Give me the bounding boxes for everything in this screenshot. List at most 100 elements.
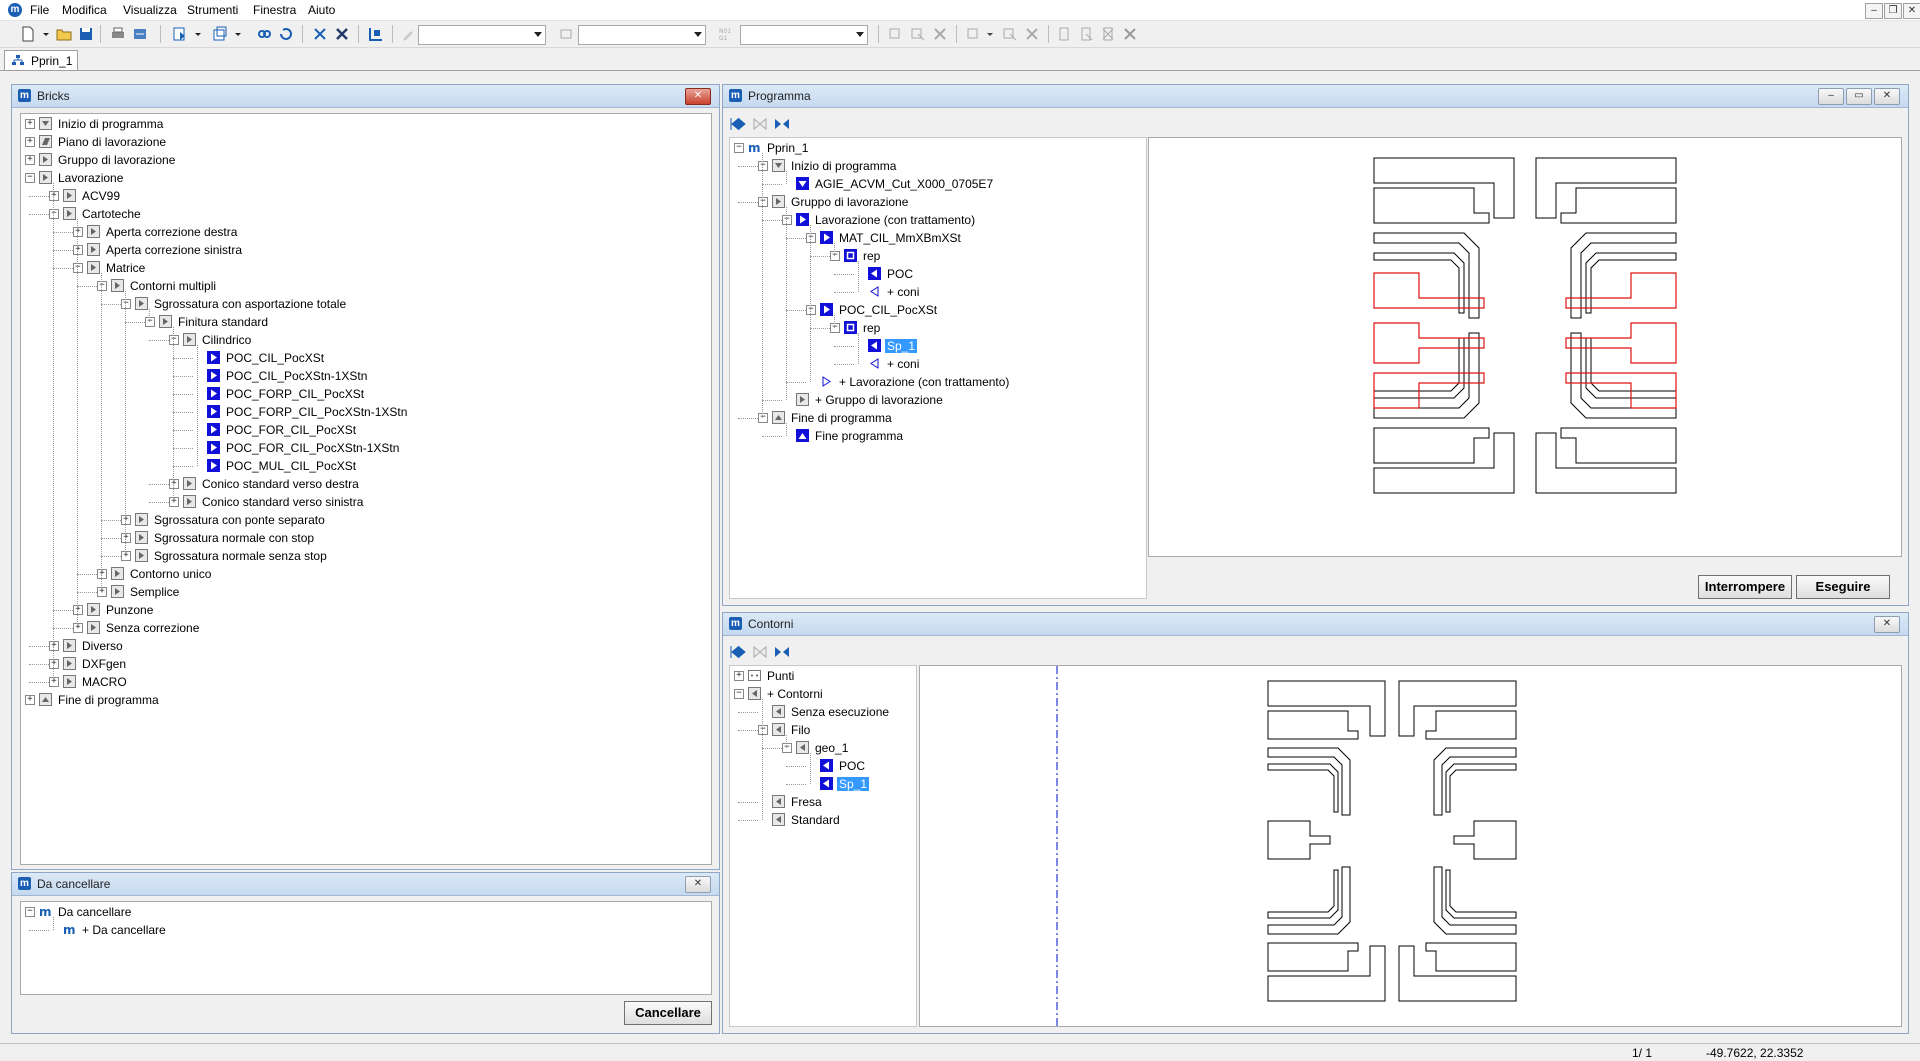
chevron-down-icon[interactable] xyxy=(986,26,994,42)
collapse-icon[interactable]: − xyxy=(169,335,179,345)
tree-item-acv99[interactable]: + ACV99 xyxy=(21,187,711,205)
close-icon[interactable]: ✕ xyxy=(685,88,711,105)
expand-all-icon[interactable] xyxy=(773,643,791,661)
collapse-icon[interactable]: − xyxy=(758,413,768,423)
contours-preview-canvas[interactable] xyxy=(919,665,1902,1027)
collapse-icon[interactable]: − xyxy=(806,233,816,243)
tree-item-poc[interactable]: POC xyxy=(730,265,1146,283)
gcode-combo[interactable] xyxy=(740,25,868,45)
copy-icon[interactable] xyxy=(212,26,228,42)
tree-item-contorni[interactable]: − + Contorni xyxy=(730,685,916,703)
minimize-icon[interactable]: – xyxy=(1865,3,1883,19)
menu-finestra[interactable]: Finestra xyxy=(253,3,296,17)
open-icon[interactable] xyxy=(56,26,72,42)
tree-item-sp-1[interactable]: Sp_1 xyxy=(730,337,1146,355)
menu-file[interactable]: File xyxy=(30,3,49,17)
collapse-icon[interactable]: − xyxy=(758,197,768,207)
expand-icon[interactable]: + xyxy=(25,137,35,147)
tree-item-filo[interactable]: − Filo xyxy=(730,721,916,739)
shape-combo[interactable] xyxy=(578,25,706,45)
save-icon[interactable] xyxy=(78,26,94,42)
clear-icon[interactable] xyxy=(1122,26,1138,42)
tree-item-geo-1[interactable]: − geo_1 xyxy=(730,739,916,757)
expand-icon[interactable]: + xyxy=(25,119,35,129)
insert-icon[interactable] xyxy=(172,26,188,42)
tab-pprin-1[interactable]: Pprin_1 xyxy=(4,50,78,70)
profile-icon[interactable] xyxy=(966,26,982,42)
collapse-icon[interactable]: − xyxy=(830,323,840,333)
collapse-all-icon[interactable] xyxy=(729,115,747,133)
collapse-icon[interactable]: − xyxy=(25,907,35,917)
tree-item-poc[interactable]: POC xyxy=(730,757,916,775)
contour-add-icon[interactable] xyxy=(888,26,904,42)
delete-icon[interactable] xyxy=(334,26,350,42)
print-icon[interactable] xyxy=(110,26,126,42)
tree-item-semplice[interactable]: + Semplice xyxy=(21,583,711,601)
layer-delete-icon[interactable] xyxy=(1100,26,1116,42)
menu-strumenti[interactable]: Strumenti xyxy=(187,3,238,17)
tree-item-macro[interactable]: + MACRO xyxy=(21,673,711,691)
minimize-icon[interactable]: – xyxy=(1818,88,1844,105)
tree-item-da-cancellare[interactable]: − m Da cancellare xyxy=(21,903,711,921)
layer-combo[interactable] xyxy=(418,25,546,45)
tree-item-coni[interactable]: + coni xyxy=(730,283,1146,301)
chevron-down-icon[interactable] xyxy=(194,26,202,42)
menu-visualizza[interactable]: Visualizza xyxy=(123,3,177,17)
expand-icon[interactable] xyxy=(751,115,769,133)
tree-item-sp-1[interactable]: Sp_1 xyxy=(730,775,916,793)
chevron-down-icon[interactable] xyxy=(42,26,50,42)
cut-icon[interactable] xyxy=(312,26,328,42)
tree-item-cartoteche[interactable]: − Cartoteche xyxy=(21,205,711,223)
tree-item-punti[interactable]: + Punti xyxy=(730,667,916,685)
tree-item-fresa[interactable]: Fresa xyxy=(730,793,916,811)
contour-edit-icon[interactable] xyxy=(910,26,926,42)
cancellare-button[interactable]: Cancellare xyxy=(624,1001,712,1025)
link-icon[interactable] xyxy=(256,26,272,42)
expand-icon[interactable]: + xyxy=(73,245,83,255)
tree-item-da-cancellare[interactable]: m + Da cancellare xyxy=(21,921,711,939)
expand-icon[interactable]: + xyxy=(169,497,179,507)
collapse-icon[interactable]: − xyxy=(758,725,768,735)
tree-item-aperta-correzione-destra[interactable]: + Aperta correzione destra xyxy=(21,223,711,241)
interrompere-button[interactable]: Interrompere xyxy=(1698,575,1792,599)
gcode-icon[interactable]: N01G1 xyxy=(718,26,734,42)
collapse-all-icon[interactable] xyxy=(729,643,747,661)
menu-modifica[interactable]: Modifica xyxy=(62,3,107,17)
tree-item-inizio-di-programma[interactable]: + Inizio di programma xyxy=(21,115,711,133)
collapse-icon[interactable]: − xyxy=(734,689,744,699)
close-icon[interactable]: ✕ xyxy=(1874,88,1900,105)
pen-icon[interactable] xyxy=(400,26,416,42)
eseguire-button[interactable]: Eseguire xyxy=(1796,575,1890,599)
close-icon[interactable]: ✕ xyxy=(1903,3,1920,19)
tree-item-fine-di-programma[interactable]: − Fine di programma xyxy=(730,409,1146,427)
collapse-icon[interactable]: − xyxy=(782,743,792,753)
tree-item-rep[interactable]: − rep xyxy=(730,319,1146,337)
tree-item-diverso[interactable]: + Diverso xyxy=(21,637,711,655)
close-icon[interactable]: ✕ xyxy=(685,876,711,893)
expand-icon[interactable]: + xyxy=(49,641,59,651)
restore-icon[interactable]: ❐ xyxy=(1884,3,1902,19)
collapse-icon[interactable]: − xyxy=(758,161,768,171)
layer-edit-icon[interactable] xyxy=(1078,26,1094,42)
tree-item-standard[interactable]: Standard xyxy=(730,811,916,829)
tree-item-punzone[interactable]: + Punzone xyxy=(21,601,711,619)
collapse-icon[interactable]: − xyxy=(806,305,816,315)
tree-item-gruppo-di-lavorazione[interactable]: + Gruppo di lavorazione xyxy=(730,391,1146,409)
collapse-icon[interactable]: − xyxy=(25,173,35,183)
expand-icon[interactable]: + xyxy=(73,623,83,633)
tree-item-lavorazione[interactable]: − Lavorazione xyxy=(21,169,711,187)
tree-item-piano-di-lavorazione[interactable]: + Piano di lavorazione xyxy=(21,133,711,151)
tree-item-gruppo-di-lavorazione[interactable]: − Gruppo di lavorazione xyxy=(730,193,1146,211)
export-icon[interactable] xyxy=(132,26,148,42)
collapse-icon[interactable]: − xyxy=(734,143,744,153)
expand-icon[interactable]: + xyxy=(97,569,107,579)
layer-add-icon[interactable] xyxy=(1056,26,1072,42)
tree-item-senza-esecuzione[interactable]: Senza esecuzione xyxy=(730,703,916,721)
expand-icon[interactable]: + xyxy=(25,155,35,165)
expand-icon[interactable]: + xyxy=(49,677,59,687)
chevron-down-icon[interactable] xyxy=(234,26,242,42)
tree-item-gruppo-di-lavorazione[interactable]: + Gruppo di lavorazione xyxy=(21,151,711,169)
tree-item-matrice[interactable]: − Matrice xyxy=(21,259,711,277)
expand-icon[interactable]: + xyxy=(121,551,131,561)
expand-icon[interactable]: + xyxy=(121,533,131,543)
